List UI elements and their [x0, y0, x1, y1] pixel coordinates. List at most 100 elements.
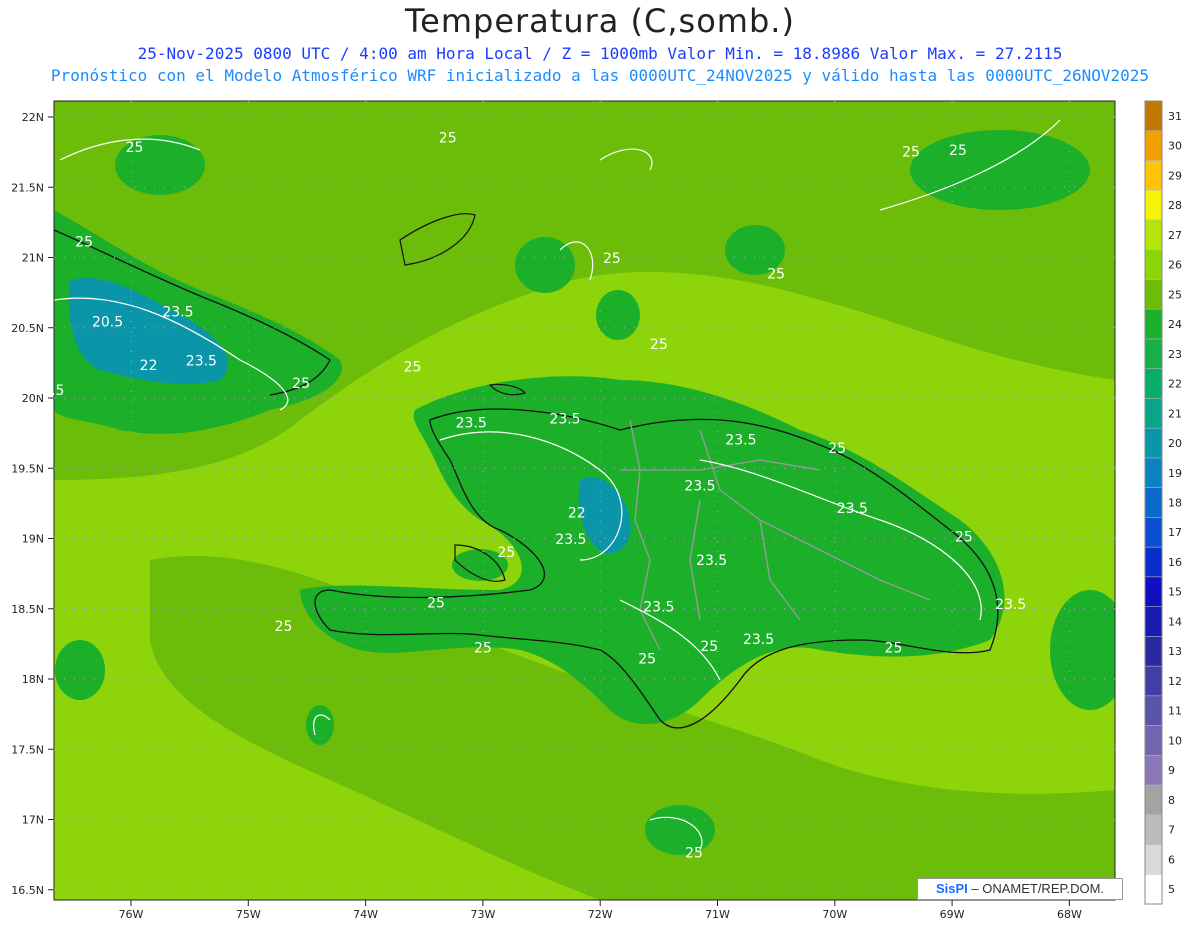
- colorbar-label: 8: [1168, 794, 1175, 807]
- contour-label: 25: [439, 130, 457, 146]
- colorbar-swatch: [1144, 487, 1163, 518]
- lon-tick-label: 74W: [353, 908, 378, 921]
- map-subtitle-validity: 25-Nov-2025 0800 UTC / 4:00 am Hora Loca…: [137, 44, 1063, 63]
- lon-tick-label: 72W: [588, 908, 613, 921]
- colorbar-swatch: [1144, 219, 1163, 250]
- lat-tick-label: 17N: [22, 814, 44, 827]
- colorbar-label: 5: [1168, 883, 1175, 896]
- credit-brand: SisPI: [935, 881, 968, 896]
- temperature-map: 22N21.5N21N20.5N20N19.5N19N18.5N18N17.5N…: [11, 100, 1182, 921]
- lon-tick-label: 70W: [822, 908, 847, 921]
- colorbar-swatch: [1144, 279, 1163, 310]
- colorbar-label: 23: [1168, 348, 1182, 361]
- colorbar-label: 30: [1168, 140, 1182, 153]
- colorbar-swatch: [1144, 606, 1163, 637]
- colorbar-label: 31: [1168, 110, 1182, 123]
- contour-label: 25: [685, 845, 703, 861]
- colorbar-swatch: [1144, 665, 1163, 697]
- colorbar-swatch: [1144, 457, 1163, 488]
- colorbar-label: 7: [1168, 824, 1175, 837]
- colorbar-swatch: [1144, 784, 1163, 816]
- contour-label: 22: [568, 505, 586, 521]
- colorbar-swatch: [1144, 576, 1163, 607]
- colorbar-swatch: [1144, 249, 1163, 280]
- colorbar-swatch: [1144, 695, 1163, 726]
- color-legend-bar: 5 6 7 8 9 10 11 12 13 14 15 16 17 18 19 20 21 22 23 24 25 26 2…: [1144, 100, 1182, 905]
- contour-label: 23.5: [696, 553, 727, 569]
- colorbar-label: 29: [1168, 169, 1182, 182]
- contour-label: 22: [140, 358, 158, 374]
- colorbar-label: 10: [1168, 734, 1182, 747]
- colorbar-swatch: [1144, 368, 1163, 399]
- contour-label: 25: [955, 529, 973, 545]
- contour-label: 25: [767, 267, 785, 283]
- island-beata-south: [645, 805, 715, 855]
- colorbar-label: 14: [1168, 615, 1182, 628]
- contour-label: 25: [902, 144, 920, 160]
- lat-tick-label: 22N: [22, 111, 44, 124]
- island-ne-patch: [910, 130, 1090, 210]
- lat-tick-label: 18N: [22, 673, 44, 686]
- colorbar-label: 27: [1168, 229, 1182, 242]
- colorbar-swatch: [1144, 725, 1163, 756]
- lon-tick-label: 68W: [1057, 908, 1082, 921]
- contour-label: 23.5: [643, 600, 674, 616]
- contour-label: 25: [292, 376, 310, 392]
- contour-label: 25: [497, 545, 515, 561]
- colorbar-label: 17: [1168, 526, 1182, 539]
- contour-label: 25: [603, 251, 621, 267]
- colorbar-label: 9: [1168, 764, 1175, 777]
- contour-label: 23.5: [549, 411, 580, 427]
- lon-tick-label: 73W: [470, 908, 495, 921]
- colorbar-swatch: [1144, 814, 1163, 845]
- map-subtitle-model: Pronóstico con el Modelo Atmosférico WRF…: [50, 66, 1150, 85]
- island-navassa: [306, 705, 334, 745]
- lat-tick-label: 18.5N: [11, 603, 44, 616]
- contour-label: 23.5: [186, 354, 217, 370]
- contour-label: 25: [650, 337, 668, 353]
- lat-tick-label: 16.5N: [11, 884, 44, 897]
- credit-text: – ONAMET/REP.DOM.: [967, 881, 1105, 896]
- colorbar-label: 28: [1168, 199, 1182, 212]
- colorbar-swatch: [1144, 755, 1163, 786]
- colorbar-label: 15: [1168, 586, 1182, 599]
- lat-tick-label: 20.5N: [11, 322, 44, 335]
- colorbar-label: 12: [1168, 675, 1182, 688]
- colorbar-label: 16: [1168, 556, 1182, 569]
- island-puerto-rico-west: [1050, 590, 1115, 710]
- colorbar-label: 6: [1168, 853, 1175, 866]
- contour-label: 25: [949, 143, 967, 159]
- colorbar-label: 25: [1168, 288, 1182, 301]
- island-turks: [596, 290, 640, 340]
- contour-label: 23.5: [33, 383, 64, 399]
- lat-tick-label: 21N: [22, 252, 44, 265]
- contour-label: 25: [474, 640, 492, 656]
- contour-label: 25: [275, 619, 293, 635]
- colorbar-label: 18: [1168, 497, 1182, 510]
- contour-label: 25: [700, 639, 718, 655]
- colorbar-swatch: [1144, 427, 1163, 459]
- colorbar-swatch: [1144, 160, 1163, 191]
- lat-tick-label: 19N: [22, 533, 44, 546]
- colorbar-label: 19: [1168, 467, 1182, 480]
- lat-tick-label: 19.5N: [11, 462, 44, 475]
- colorbar-swatch: [1144, 874, 1163, 905]
- colorbar-label: 26: [1168, 259, 1182, 272]
- contour-label: 25: [75, 234, 93, 250]
- lon-tick-label: 75W: [236, 908, 261, 921]
- colorbar-swatch: [1144, 338, 1163, 369]
- contour-label: 25: [126, 140, 144, 156]
- colorbar-label: 21: [1168, 407, 1182, 420]
- map-plot-area: [54, 101, 1115, 900]
- colorbar-swatch: [1144, 546, 1163, 578]
- contour-label: 25: [404, 359, 422, 375]
- lat-tick-label: 17.5N: [11, 743, 44, 756]
- colorbar-label: 24: [1168, 318, 1182, 331]
- contour-label: 23.5: [162, 305, 193, 321]
- contour-label: 23.5: [555, 532, 586, 548]
- contour-label: 23.5: [456, 416, 487, 432]
- contour-label: 25: [427, 595, 445, 611]
- map-title: Temperatura (C,somb.): [405, 2, 795, 40]
- contour-label: 25: [11, 424, 29, 440]
- lat-tick-label: 21.5N: [11, 181, 44, 194]
